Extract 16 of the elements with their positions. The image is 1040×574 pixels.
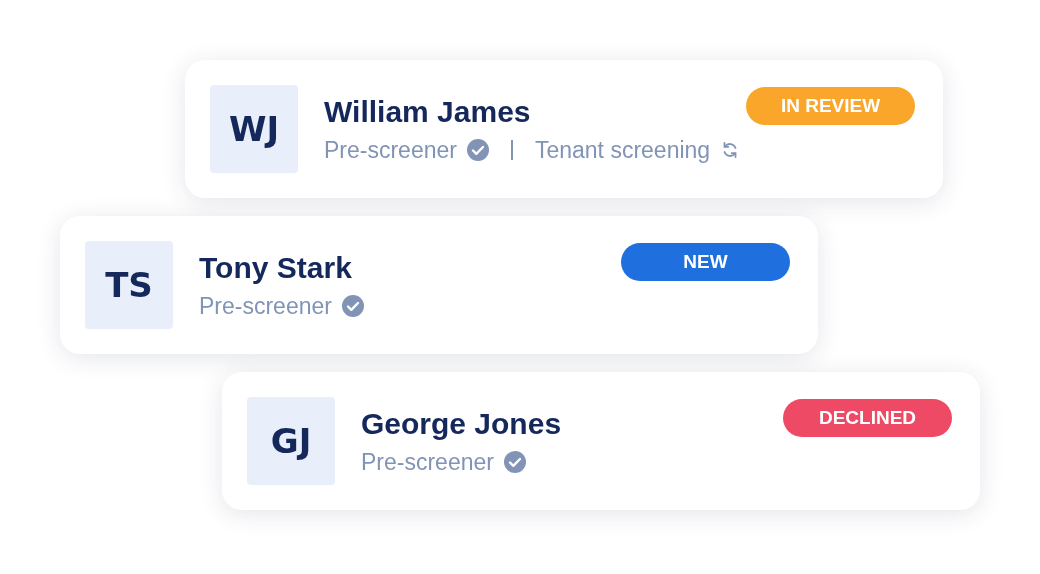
initials-avatar: GJ: [247, 397, 335, 485]
step-label: Pre-screener: [324, 136, 457, 164]
status-badge: DECLINED: [783, 399, 952, 437]
applicant-name: Tony Stark: [199, 250, 353, 285]
initials-avatar: WJ: [210, 85, 298, 173]
status-badge: NEW: [621, 243, 790, 281]
status-badge: IN REVIEW: [746, 87, 915, 125]
check-circle-icon: [341, 295, 364, 317]
step-label: Tenant screening: [534, 136, 711, 164]
initials-avatar: TS: [85, 241, 173, 329]
step-label: Pre-screener: [361, 448, 494, 476]
check-circle-icon: [466, 139, 489, 161]
applicant-name: William James: [324, 94, 532, 129]
step-label: Pre-screener: [199, 292, 332, 320]
applicant-name: George Jones: [361, 406, 563, 441]
check-circle-icon: [503, 451, 526, 473]
